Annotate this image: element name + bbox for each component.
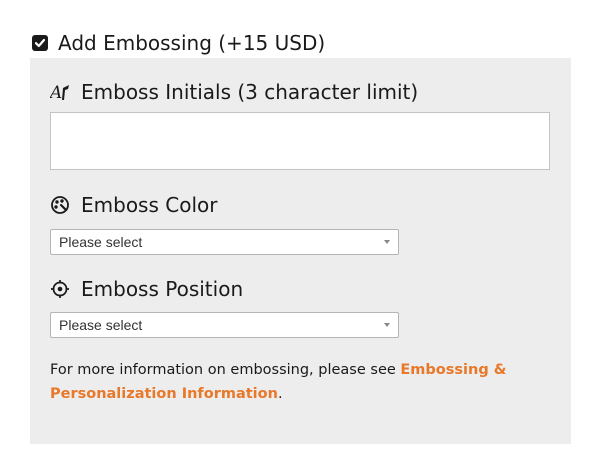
emboss-color-selected-value: Please select bbox=[59, 234, 143, 250]
emboss-color-heading: Emboss Color bbox=[50, 192, 217, 218]
add-embossing-option[interactable]: Add Embossing (+15 USD) bbox=[32, 30, 325, 56]
add-embossing-checkbox[interactable] bbox=[32, 35, 48, 51]
add-embossing-label: Add Embossing (+15 USD) bbox=[58, 31, 326, 55]
svg-text:A: A bbox=[50, 83, 62, 102]
info-text-after: . bbox=[277, 386, 283, 402]
embossing-panel: A Emboss Initials (3 character limit) Em… bbox=[30, 58, 571, 444]
emboss-position-selected-value: Please select bbox=[59, 317, 143, 333]
emboss-position-select[interactable]: Please select bbox=[50, 312, 399, 338]
palette-icon bbox=[50, 194, 72, 216]
emboss-initials-input[interactable] bbox=[50, 112, 550, 170]
chevron-down-icon bbox=[384, 240, 390, 244]
embossing-info-text: For more information on embossing, pleas… bbox=[50, 358, 560, 406]
emboss-color-select[interactable]: Please select bbox=[50, 229, 399, 255]
emboss-position-heading: Emboss Position bbox=[50, 276, 243, 302]
crosshair-target-icon bbox=[50, 278, 72, 300]
info-text-before: For more information on embossing, pleas… bbox=[50, 362, 401, 378]
chevron-down-icon bbox=[384, 323, 390, 327]
checkmark-icon bbox=[34, 38, 46, 48]
emboss-position-label: Emboss Position bbox=[81, 277, 244, 301]
emboss-color-label: Emboss Color bbox=[81, 193, 218, 217]
emboss-initials-label: Emboss Initials (3 character limit) bbox=[81, 80, 419, 104]
text-initials-icon: A bbox=[50, 81, 72, 103]
emboss-initials-heading: A Emboss Initials (3 character limit) bbox=[50, 79, 418, 105]
